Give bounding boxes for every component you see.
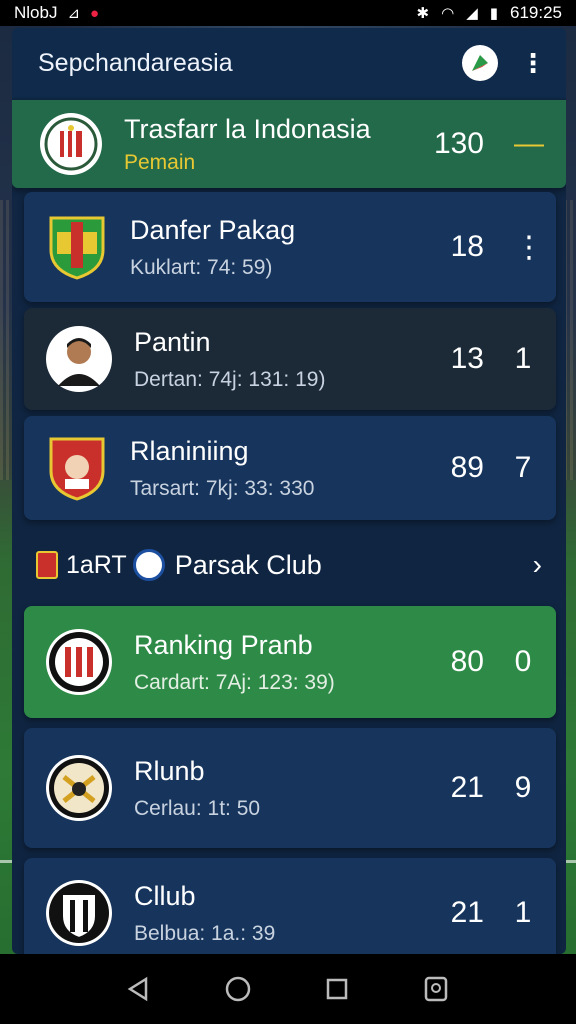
team-crest [46, 437, 108, 501]
app-bar: Sepchandareasia ⋮ [12, 28, 566, 98]
club-name: Ranking Pranb [134, 629, 313, 660]
player-points: 89 [450, 451, 484, 484]
assistant-icon[interactable] [422, 975, 450, 1003]
club-section-header[interactable]: 1aRT Parsak Club › [12, 534, 566, 596]
club-crest [46, 755, 112, 821]
carrier-label: NlobJ [14, 3, 58, 22]
club-points: 80 [450, 645, 484, 678]
signal-icon: ◢ [466, 5, 478, 22]
player-name: Rlaniniing [130, 435, 249, 466]
club-crest-icon [49, 758, 109, 818]
battery-icon: ▮ [489, 5, 498, 22]
club-rank: 9 [514, 771, 532, 804]
collapse-indicator[interactable]: — [514, 127, 544, 161]
club-points: 21 [450, 896, 484, 929]
club-points: 21 [450, 771, 484, 804]
back-icon[interactable] [126, 976, 152, 1002]
overflow-menu-icon[interactable]: ⋮ [520, 50, 546, 76]
league-crest [40, 113, 102, 175]
recents-icon[interactable] [324, 976, 350, 1002]
row-menu-icon[interactable]: ⋮ [514, 230, 544, 265]
shield-crest-icon [49, 437, 105, 501]
league-subtitle: Pemain [124, 150, 196, 174]
club-badge-icon [132, 549, 165, 581]
club-name: Cllub [134, 880, 196, 911]
club-detail: Cerlau: 1t: 50 [134, 796, 261, 820]
section-title: Parsak Club [174, 549, 322, 580]
club-name: Rlunb [134, 755, 205, 786]
notification-icon: ⊿ [67, 5, 81, 22]
person-icon [48, 328, 110, 390]
player-name: Danfer Pakag [130, 214, 296, 245]
club-crest-icon [49, 632, 109, 692]
club-detail: Cardart: 7Aj: 123: 39) [134, 670, 335, 694]
player-detail: Kuklart: 74: 59) [130, 255, 273, 279]
app-notification-icon: ● [90, 4, 100, 22]
app-title: Sepchandareasia [38, 48, 233, 77]
club-crest [46, 880, 112, 946]
club-crest [46, 629, 112, 695]
rankings-panel: Sepchandareasia ⋮ Trasfarr la Indonasia [12, 28, 566, 954]
player-detail: Dertan: 74j: 131: 19) [134, 367, 326, 391]
club-rank: 1 [514, 896, 532, 929]
wifi-icon: ◠ [441, 5, 455, 22]
league-name: Trasfarr la Indonasia [124, 113, 371, 144]
club-crest-icon [49, 883, 109, 943]
club-rank: 0 [514, 645, 532, 678]
team-crest [46, 216, 108, 280]
status-bar: NlobJ ⊿ ● ✱ ◠ ◢ ▮ 619:25 [0, 0, 576, 26]
section-prefix: 1aRT [66, 550, 127, 579]
player-points: 13 [450, 342, 484, 375]
league-header-row[interactable]: Trasfarr la Indonasia Pemain 130 — [12, 100, 566, 188]
list-item[interactable]: Danfer Pakag Kuklart: 74: 59) 18 ⋮ [24, 192, 556, 302]
home-icon[interactable] [224, 975, 252, 1003]
list-item[interactable]: Ranking Pranb Cardart: 7Aj: 123: 39) 80 … [24, 606, 556, 718]
league-crest-icon [44, 117, 98, 171]
list-item[interactable]: Pantin Dertan: 74j: 131: 19) 13 1 [24, 308, 556, 410]
compass-icon [472, 55, 488, 71]
list-item[interactable]: Rlunb Cerlau: 1t: 50 21 9 [24, 728, 556, 848]
system-nav-bar [0, 954, 576, 1024]
brand-logo-button[interactable] [462, 45, 498, 81]
player-rank: 7 [514, 451, 532, 484]
player-points: 18 [450, 230, 484, 263]
player-avatar [46, 326, 112, 392]
section-flag-icon [36, 551, 58, 579]
chevron-right-icon[interactable]: › [533, 549, 542, 581]
bluetooth-icon: ✱ [416, 5, 430, 22]
list-item[interactable]: Cllub Belbua: 1a.: 39 21 1 [24, 858, 556, 954]
list-item[interactable]: Rlaniniing Tarsart: 7kj: 33: 330 89 7 [24, 416, 556, 520]
player-name: Pantin [134, 326, 211, 357]
player-rank: 1 [514, 342, 532, 375]
club-detail: Belbua: 1a.: 39 [134, 921, 276, 945]
player-detail: Tarsart: 7kj: 33: 330 [130, 476, 315, 500]
shield-crest-icon [49, 216, 105, 280]
clock: 619:25 [510, 3, 562, 22]
league-score: 130 [433, 127, 484, 160]
